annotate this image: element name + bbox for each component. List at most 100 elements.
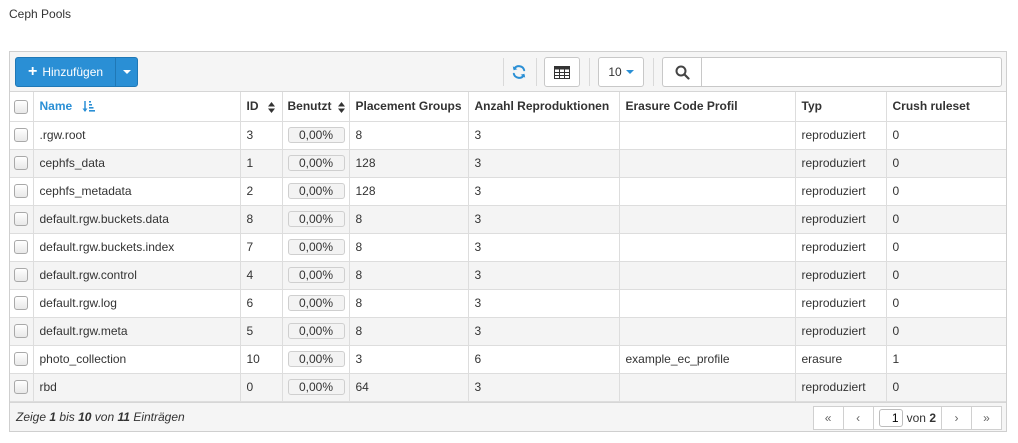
row-select-cell (10, 233, 34, 262)
page-of-label: von (906, 411, 926, 425)
cell-crush: 0 (886, 261, 1006, 290)
row-select-cell (10, 177, 34, 206)
search-button[interactable] (662, 57, 701, 87)
cell-name: default.rgw.buckets.index (33, 233, 241, 262)
table-row[interactable]: default.rgw.control 4 0,00% 8 3 reproduziert 0 (10, 261, 1006, 290)
last-page-button[interactable]: » (971, 406, 1002, 430)
usage-bar: 0,00% (287, 183, 345, 199)
table-row[interactable]: default.rgw.buckets.index 7 0,00% 8 3 reprodu… (10, 233, 1006, 262)
column-header-pg[interactable]: Placement Groups (349, 92, 469, 122)
cell-replicas: 3 (468, 121, 620, 150)
cell-pg: 8 (349, 317, 469, 346)
cell-name: cephfs_data (33, 149, 241, 178)
page-number-input[interactable] (878, 409, 903, 427)
page-size-select[interactable]: 10 (598, 57, 644, 87)
row-select-cell (10, 205, 34, 234)
cell-type: reproduziert (795, 177, 887, 206)
cell-id: 2 (240, 177, 283, 206)
cell-used: 0,00% (282, 345, 350, 374)
footer-text: Einträgen (133, 410, 185, 424)
table-row[interactable]: default.rgw.meta 5 0,00% 8 3 reproduziert 0 (10, 317, 1006, 346)
row-checkbox[interactable] (14, 184, 28, 199)
cell-crush: 0 (886, 373, 1006, 402)
row-checkbox[interactable] (14, 212, 28, 227)
cell-ec-profile (619, 121, 796, 150)
cell-replicas: 3 (468, 317, 620, 346)
cell-ec-profile (619, 261, 796, 290)
toolbar-separator (653, 58, 654, 86)
prev-page-button[interactable]: ‹ (842, 406, 874, 430)
columns-button[interactable] (544, 57, 580, 87)
column-header-id[interactable]: ID (240, 92, 283, 122)
cell-pg: 8 (349, 289, 469, 318)
refresh-icon (512, 65, 526, 79)
row-checkbox[interactable] (14, 380, 28, 395)
usage-bar: 0,00% (287, 239, 345, 255)
table-row[interactable]: rbd 0 0,00% 64 3 reproduziert 0 (10, 373, 1006, 402)
pools-table: Name ID Benutzt Placement Groups Anzahl … (10, 92, 1006, 402)
column-header-name[interactable]: Name (33, 92, 241, 122)
cell-crush: 1 (886, 345, 1006, 374)
add-button-label: Hinzufügen (42, 65, 104, 79)
cell-name: .rgw.root (33, 121, 241, 150)
table-row[interactable]: default.rgw.buckets.data 8 0,00% 8 3 reproduz… (10, 205, 1006, 234)
cell-name: default.rgw.buckets.data (33, 205, 241, 234)
refresh-button[interactable] (504, 57, 534, 87)
cell-id: 5 (240, 317, 283, 346)
footer-text: bis (59, 410, 75, 424)
footer-text: von (94, 410, 115, 424)
row-select-cell (10, 373, 34, 402)
cell-pg: 64 (349, 373, 469, 402)
row-checkbox[interactable] (14, 156, 28, 171)
cell-crush: 0 (886, 289, 1006, 318)
select-all-cell (10, 92, 34, 122)
row-select-cell (10, 261, 34, 290)
select-all-checkbox[interactable] (14, 99, 28, 114)
cell-pg: 8 (349, 233, 469, 262)
row-checkbox[interactable] (14, 240, 28, 255)
cell-used: 0,00% (282, 289, 350, 318)
column-header-type[interactable]: Typ (795, 92, 887, 122)
column-header-crush[interactable]: Crush ruleset (886, 92, 1006, 122)
row-checkbox[interactable] (14, 268, 28, 283)
next-page-button[interactable]: › (941, 406, 972, 430)
table-header-row: Name ID Benutzt Placement Groups Anzahl … (10, 92, 1006, 122)
cell-ec-profile (619, 317, 796, 346)
add-button[interactable]: + Hinzufügen (16, 58, 115, 86)
table-row[interactable]: cephfs_metadata 2 0,00% 128 3 reproduziert 0 (10, 177, 1006, 206)
add-dropdown-toggle[interactable] (115, 58, 137, 86)
cell-type: reproduziert (795, 373, 887, 402)
chevron-left-icon: ‹ (856, 411, 861, 425)
footer-from: 1 (49, 410, 57, 424)
sort-ascending-icon (82, 101, 95, 113)
cell-replicas: 6 (468, 345, 620, 374)
row-checkbox[interactable] (14, 296, 28, 311)
cell-id: 8 (240, 205, 283, 234)
table-row[interactable]: .rgw.root 3 0,00% 8 3 reproduziert 0 (10, 121, 1006, 150)
cell-used: 0,00% (282, 373, 350, 402)
table-row[interactable]: cephfs_data 1 0,00% 128 3 reproduziert 0 (10, 149, 1006, 178)
cell-pg: 128 (349, 149, 469, 178)
cell-type: erasure (795, 345, 887, 374)
row-select-cell (10, 345, 34, 374)
cell-replicas: 3 (468, 233, 620, 262)
sort-icon (267, 101, 275, 113)
table-row[interactable]: photo_collection 10 0,00% 3 6 example_ec_prof… (10, 345, 1006, 374)
cell-ec-profile (619, 149, 796, 178)
table-row[interactable]: default.rgw.log 6 0,00% 8 3 reproduziert 0 (10, 289, 1006, 318)
column-header-ec-profile[interactable]: Erasure Code Profil (619, 92, 796, 122)
row-checkbox[interactable] (14, 352, 28, 367)
column-header-replicas[interactable]: Anzahl Reproduktionen (468, 92, 620, 122)
row-checkbox[interactable] (14, 128, 28, 143)
first-page-button[interactable]: « (812, 406, 844, 430)
search-icon (675, 65, 690, 80)
cell-name: default.rgw.control (33, 261, 241, 290)
column-header-used[interactable]: Benutzt (282, 92, 350, 122)
usage-bar: 0,00% (287, 155, 345, 171)
row-checkbox[interactable] (14, 324, 28, 339)
pager: « ‹ von 2 › » (812, 406, 1002, 430)
search-input[interactable] (701, 57, 1002, 87)
table-footer: Zeige 1 bis 10 von 11 Einträgen « ‹ von … (10, 402, 1006, 431)
cell-crush: 0 (886, 121, 1006, 150)
cell-id: 7 (240, 233, 283, 262)
